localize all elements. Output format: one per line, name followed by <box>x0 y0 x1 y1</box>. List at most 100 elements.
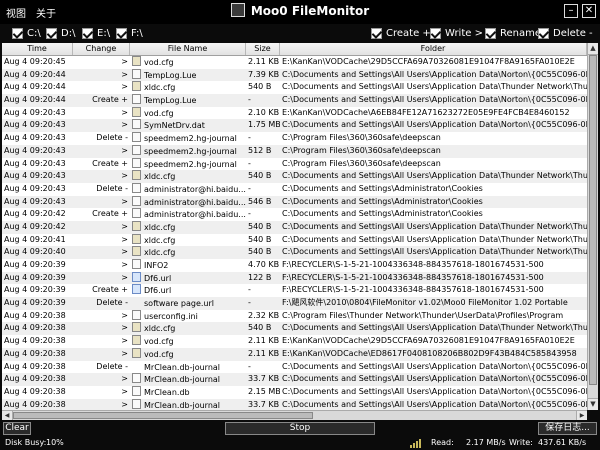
scroll-up-arrow-icon[interactable]: ▲ <box>588 43 598 55</box>
table-row[interactable]: Aug 4 09:20:43 Delete - speedmem2.hg-journ… <box>2 132 587 145</box>
file-name-text: MrClean.db-journal <box>144 362 221 372</box>
cell-change: > <box>121 82 128 92</box>
file-icon <box>132 94 141 105</box>
file-name-text: vod.cfg <box>144 349 174 359</box>
cell-size: 540 B <box>248 221 272 231</box>
cell-file-name: vod.cfg <box>130 347 246 361</box>
cell-folder: C:\Documents and Settings\All Users\Appl… <box>282 95 587 105</box>
cell-folder: C:\Program Files\Thunder Network\Thunder… <box>282 310 564 320</box>
drive-f-checkbox[interactable]: F:\ <box>116 26 143 40</box>
table-row[interactable]: Aug 4 09:20:38 > userconfig.ini 2.32 KB C:\P… <box>2 309 587 323</box>
cell-change: > <box>121 260 128 269</box>
table-row[interactable]: Aug 4 09:20:43 > speedmem2.hg-journal 512 B… <box>2 144 587 158</box>
cell-file-name: xldc.cfg <box>130 220 246 234</box>
cell-file-name: speedmem2.hg-journal <box>130 157 246 171</box>
table-row[interactable]: Aug 4 09:20:40 > xldc.cfg 540 B C:\Documents… <box>2 246 587 259</box>
write-checkbox[interactable]: Write > <box>430 26 483 40</box>
table-row[interactable]: Aug 4 09:20:43 > SymNetDrv.dat 1.75 MB C:\Do… <box>2 119 587 133</box>
save-log-button[interactable]: 保存日志... <box>538 422 597 435</box>
table-row[interactable]: Aug 4 09:20:45 > vod.cfg 2.11 KB E:\KanKan\V… <box>2 56 587 69</box>
vertical-scrollbar[interactable]: ▲ ▼ <box>587 43 598 410</box>
cell-file-name: MrClean.db-journal <box>130 398 246 410</box>
table-row[interactable]: Aug 4 09:20:38 > MrClean.db 2.15 MB C:\Docum… <box>2 385 587 399</box>
cell-time: Aug 4 09:20:43 <box>4 158 66 168</box>
create-label: Create + <box>386 27 431 39</box>
cell-folder: C:\Documents and Settings\All Users\Appl… <box>282 171 587 181</box>
table-row[interactable]: Aug 4 09:20:38 > xldc.cfg 540 B C:\Documents… <box>2 322 587 336</box>
write-value: 437.61 KB/s <box>538 438 587 447</box>
table-row[interactable]: Aug 4 09:20:43 > vod.cfg 2.10 KB E:\KanKan\V… <box>2 106 587 120</box>
clear-button[interactable]: Clear <box>3 422 31 435</box>
drive-d-checkbox[interactable]: D:\ <box>46 26 75 40</box>
table-row[interactable]: Aug 4 09:20:43 Delete - administrator@hi.b… <box>2 182 587 196</box>
cell-size: 540 B <box>248 171 272 181</box>
file-name-text: Df6.url <box>144 286 172 296</box>
table-row[interactable]: Aug 4 09:20:44 > xldc.cfg 540 B C:\Documents… <box>2 81 587 94</box>
cell-file-name: software page.url <box>130 297 246 310</box>
table-row[interactable]: Aug 4 09:20:44 Create + TempLog.Lue - C:\Doc… <box>2 94 587 107</box>
cell-change: Delete - <box>96 183 128 193</box>
file-name-text: administrator@hi.baidu... <box>144 184 246 194</box>
config-file-icon <box>132 170 141 181</box>
drive-c-checkbox[interactable]: C:\ <box>12 26 41 40</box>
cell-time: Aug 4 09:20:38 <box>4 374 66 384</box>
hscroll-thumb[interactable] <box>13 412 313 419</box>
cell-size: 512 B <box>248 145 272 155</box>
table-row[interactable]: Aug 4 09:20:44 > TempLog.Lue 7.39 KB C:\Docu… <box>2 68 587 82</box>
table-row[interactable]: Aug 4 09:20:43 > administrator@hi.baidu...… <box>2 195 587 209</box>
table-row[interactable]: Aug 4 09:20:39 Delete - software page.url -… <box>2 297 587 310</box>
table-row[interactable]: Aug 4 09:20:38 > MrClean.db-journal 33.7 KB… <box>2 398 587 410</box>
drive-e-checkbox[interactable]: E:\ <box>82 26 110 40</box>
minimize-button[interactable]: – <box>564 4 578 18</box>
disk-busy-label: Disk Busy: <box>5 438 47 447</box>
table-row[interactable]: Aug 4 09:20:43 > xldc.cfg 540 B C:\Documents… <box>2 170 587 183</box>
config-file-icon <box>132 246 141 257</box>
cell-change: Create + <box>92 285 128 295</box>
header-time[interactable]: Time <box>2 43 73 55</box>
cell-folder: C:\Documents and Settings\All Users\Appl… <box>282 399 587 409</box>
file-icon <box>132 68 141 79</box>
header-folder[interactable]: Folder <box>280 43 587 55</box>
table-row[interactable]: Aug 4 09:20:38 Delete - MrClean.db-journal… <box>2 361 587 374</box>
header-change[interactable]: Change <box>73 43 130 55</box>
config-file-icon <box>132 56 141 66</box>
header-size[interactable]: Size <box>246 43 280 55</box>
delete-checkbox[interactable]: Delete - <box>538 26 593 40</box>
cell-size: 1.75 MB <box>248 120 280 130</box>
cell-size: - <box>248 183 251 193</box>
cell-file-name: xldc.cfg <box>130 170 246 183</box>
scroll-left-arrow-icon[interactable]: ◀ <box>2 411 13 420</box>
table-row[interactable]: Aug 4 09:20:38 > vod.cfg 2.11 KB E:\KanKan\V… <box>2 335 587 348</box>
window-title-text: Moo0 FileMonitor <box>250 4 370 18</box>
table-row[interactable]: Aug 4 09:20:38 > MrClean.db-journal 33.7 KB… <box>2 373 587 386</box>
table-row[interactable]: Aug 4 09:20:38 > vod.cfg 2.11 KB E:\KanKan\V… <box>2 347 587 361</box>
cell-file-name: speedmem2.hg-journal <box>130 132 246 145</box>
scroll-right-arrow-icon[interactable]: ▶ <box>576 411 587 420</box>
header-file-name[interactable]: File Name <box>130 43 246 55</box>
table-row[interactable]: Aug 4 09:20:39 Create + Df6.url - F:\RECYCLE… <box>2 284 587 297</box>
cell-size: 2.15 MB <box>248 386 280 396</box>
table-row[interactable]: Aug 4 09:20:39 > INFO2 4.70 KB F:\RECYCLER\S… <box>2 259 587 272</box>
table-row[interactable]: Aug 4 09:20:43 Create + speedmem2.hg-journ… <box>2 157 587 171</box>
cell-time: Aug 4 09:20:43 <box>4 107 66 117</box>
close-button[interactable]: ✕ <box>582 4 596 18</box>
table-row[interactable]: Aug 4 09:20:42 > xldc.cfg 540 B C:\Documents… <box>2 220 587 234</box>
cell-change: > <box>121 348 128 358</box>
file-name-text: speedmem2.hg-journal <box>144 134 237 144</box>
read-label: Read: <box>431 438 454 447</box>
table-row[interactable]: Aug 4 09:20:42 Create + administrator@hi.b… <box>2 208 587 221</box>
scroll-thumb[interactable] <box>589 55 597 385</box>
cell-time: Aug 4 09:20:43 <box>4 196 66 206</box>
rename-checkbox[interactable]: Rename <box>485 26 541 40</box>
cell-file-name: administrator@hi.baidu... <box>130 195 246 209</box>
table-row[interactable]: Aug 4 09:20:39 > Df6.url 122 B F:\RECYCLER\S… <box>2 271 587 285</box>
file-icon <box>132 259 141 269</box>
horizontal-scrollbar[interactable]: ◀ ▶ <box>2 410 587 420</box>
table-row[interactable]: Aug 4 09:20:41 > xldc.cfg 540 B C:\Documents… <box>2 233 587 247</box>
cell-size: 540 B <box>248 247 272 257</box>
cell-time: Aug 4 09:20:42 <box>4 221 66 231</box>
create-checkbox[interactable]: Create + <box>371 26 431 40</box>
file-name-text: vod.cfg <box>144 337 174 347</box>
stop-button[interactable]: Stop <box>225 422 375 435</box>
scroll-down-arrow-icon[interactable]: ▼ <box>588 398 598 410</box>
